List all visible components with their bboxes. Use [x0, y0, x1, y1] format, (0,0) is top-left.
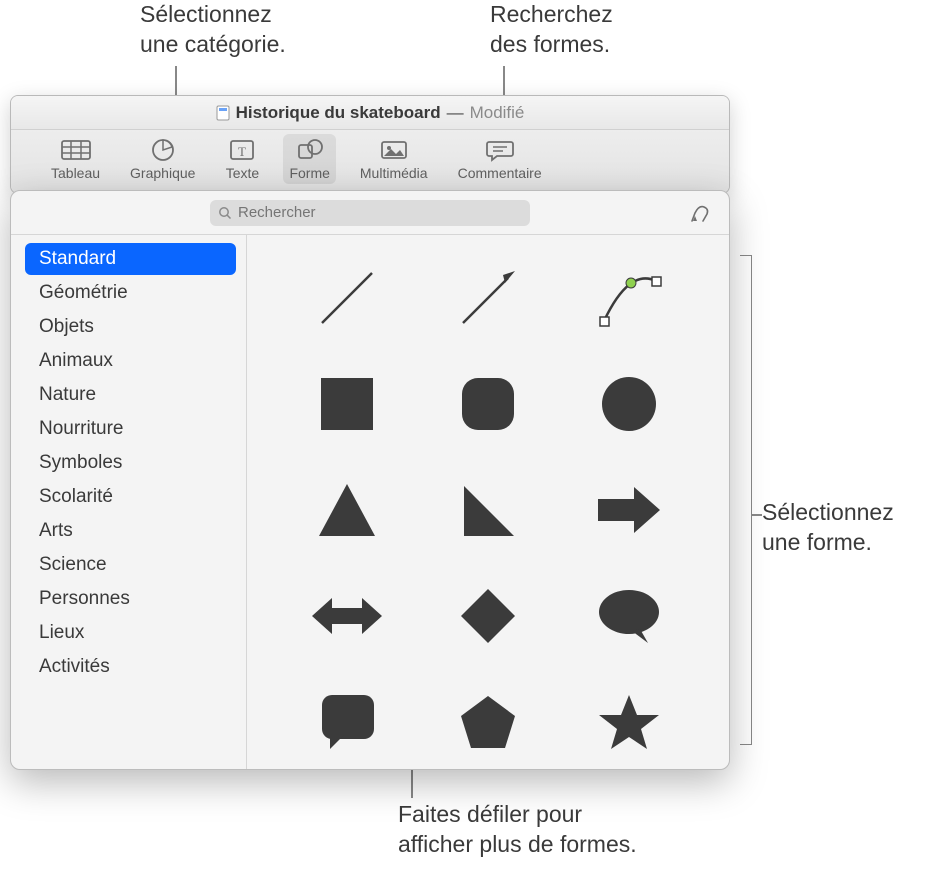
sidebar-item-nourriture[interactable]: Nourriture: [25, 413, 236, 445]
app-window: Historique du skateboard — Modifié Table…: [10, 95, 730, 194]
sidebar-item-lieux[interactable]: Lieux: [25, 617, 236, 649]
callout-line: [752, 514, 762, 516]
shape-star[interactable]: [584, 677, 674, 767]
shape-square[interactable]: [302, 359, 392, 449]
sidebar-item-geometrie[interactable]: Géométrie: [25, 277, 236, 309]
shape-arrow-bidir[interactable]: [302, 571, 392, 661]
shape-pentagon[interactable]: [443, 677, 533, 767]
toolbar-forme[interactable]: Forme: [283, 134, 335, 184]
shape-arrow-right[interactable]: [584, 465, 674, 555]
toolbar: Tableau Graphique T Texte Forme Multiméd…: [11, 130, 729, 193]
toolbar-texte[interactable]: T Texte: [219, 134, 265, 184]
shape-diamond[interactable]: [443, 571, 533, 661]
category-sidebar: Standard Géométrie Objets Animaux Nature…: [11, 235, 247, 769]
toolbar-commentaire[interactable]: Commentaire: [452, 134, 548, 184]
toolbar-label: Commentaire: [458, 165, 542, 181]
window-titlebar: Historique du skateboard — Modifié: [11, 96, 729, 130]
sidebar-item-science[interactable]: Science: [25, 549, 236, 581]
shape-line[interactable]: [302, 253, 392, 343]
document-icon: [216, 105, 230, 121]
shape-speech-bubble[interactable]: [584, 571, 674, 661]
sidebar-item-scolarite[interactable]: Scolarité: [25, 481, 236, 513]
toolbar-graphique[interactable]: Graphique: [124, 134, 201, 184]
shape-arrow-line[interactable]: [443, 253, 533, 343]
toolbar-label: Tableau: [51, 165, 100, 181]
title-separator: —: [447, 103, 464, 123]
sidebar-item-symboles[interactable]: Symboles: [25, 447, 236, 479]
sidebar-item-activites[interactable]: Activités: [25, 651, 236, 683]
document-modified-status: Modifié: [470, 103, 525, 123]
shape-circle[interactable]: [584, 359, 674, 449]
toolbar-tableau[interactable]: Tableau: [45, 134, 106, 184]
callout-select-category: Sélectionnez une catégorie.: [140, 0, 286, 60]
shape-rounded-square[interactable]: [443, 359, 533, 449]
toolbar-label: Graphique: [130, 165, 195, 181]
toolbar-label: Forme: [289, 165, 329, 181]
shape-callout-rect[interactable]: [302, 677, 392, 767]
callout-search-shapes: Recherchez des formes.: [490, 0, 613, 60]
sidebar-item-arts[interactable]: Arts: [25, 515, 236, 547]
svg-text:T: T: [238, 144, 246, 159]
search-icon: [218, 206, 232, 220]
draw-tool-button[interactable]: [689, 201, 713, 230]
toolbar-multimedia[interactable]: Multimédia: [354, 134, 434, 184]
sidebar-item-objets[interactable]: Objets: [25, 311, 236, 343]
shape-right-triangle[interactable]: [443, 465, 533, 555]
shape-triangle[interactable]: [302, 465, 392, 555]
shape-grid[interactable]: [247, 235, 729, 769]
toolbar-label: Multimédia: [360, 165, 428, 181]
document-title: Historique du skateboard: [236, 103, 441, 123]
shape-curve[interactable]: [584, 253, 674, 343]
sidebar-item-nature[interactable]: Nature: [25, 379, 236, 411]
popover-body: Standard Géométrie Objets Animaux Nature…: [11, 235, 729, 769]
sidebar-item-standard[interactable]: Standard: [25, 243, 236, 275]
callout-select-shape: Sélectionnez une forme.: [762, 498, 894, 558]
sidebar-item-personnes[interactable]: Personnes: [25, 583, 236, 615]
sidebar-item-animaux[interactable]: Animaux: [25, 345, 236, 377]
popover-header: [11, 191, 729, 235]
callout-scroll-more: Faites défiler pour afficher plus de for…: [398, 800, 637, 860]
search-field-wrap[interactable]: [210, 200, 530, 226]
search-input[interactable]: [238, 204, 522, 221]
toolbar-label: Texte: [226, 165, 259, 181]
callout-bracket: [740, 255, 752, 745]
shapes-popover: Standard Géométrie Objets Animaux Nature…: [10, 190, 730, 770]
